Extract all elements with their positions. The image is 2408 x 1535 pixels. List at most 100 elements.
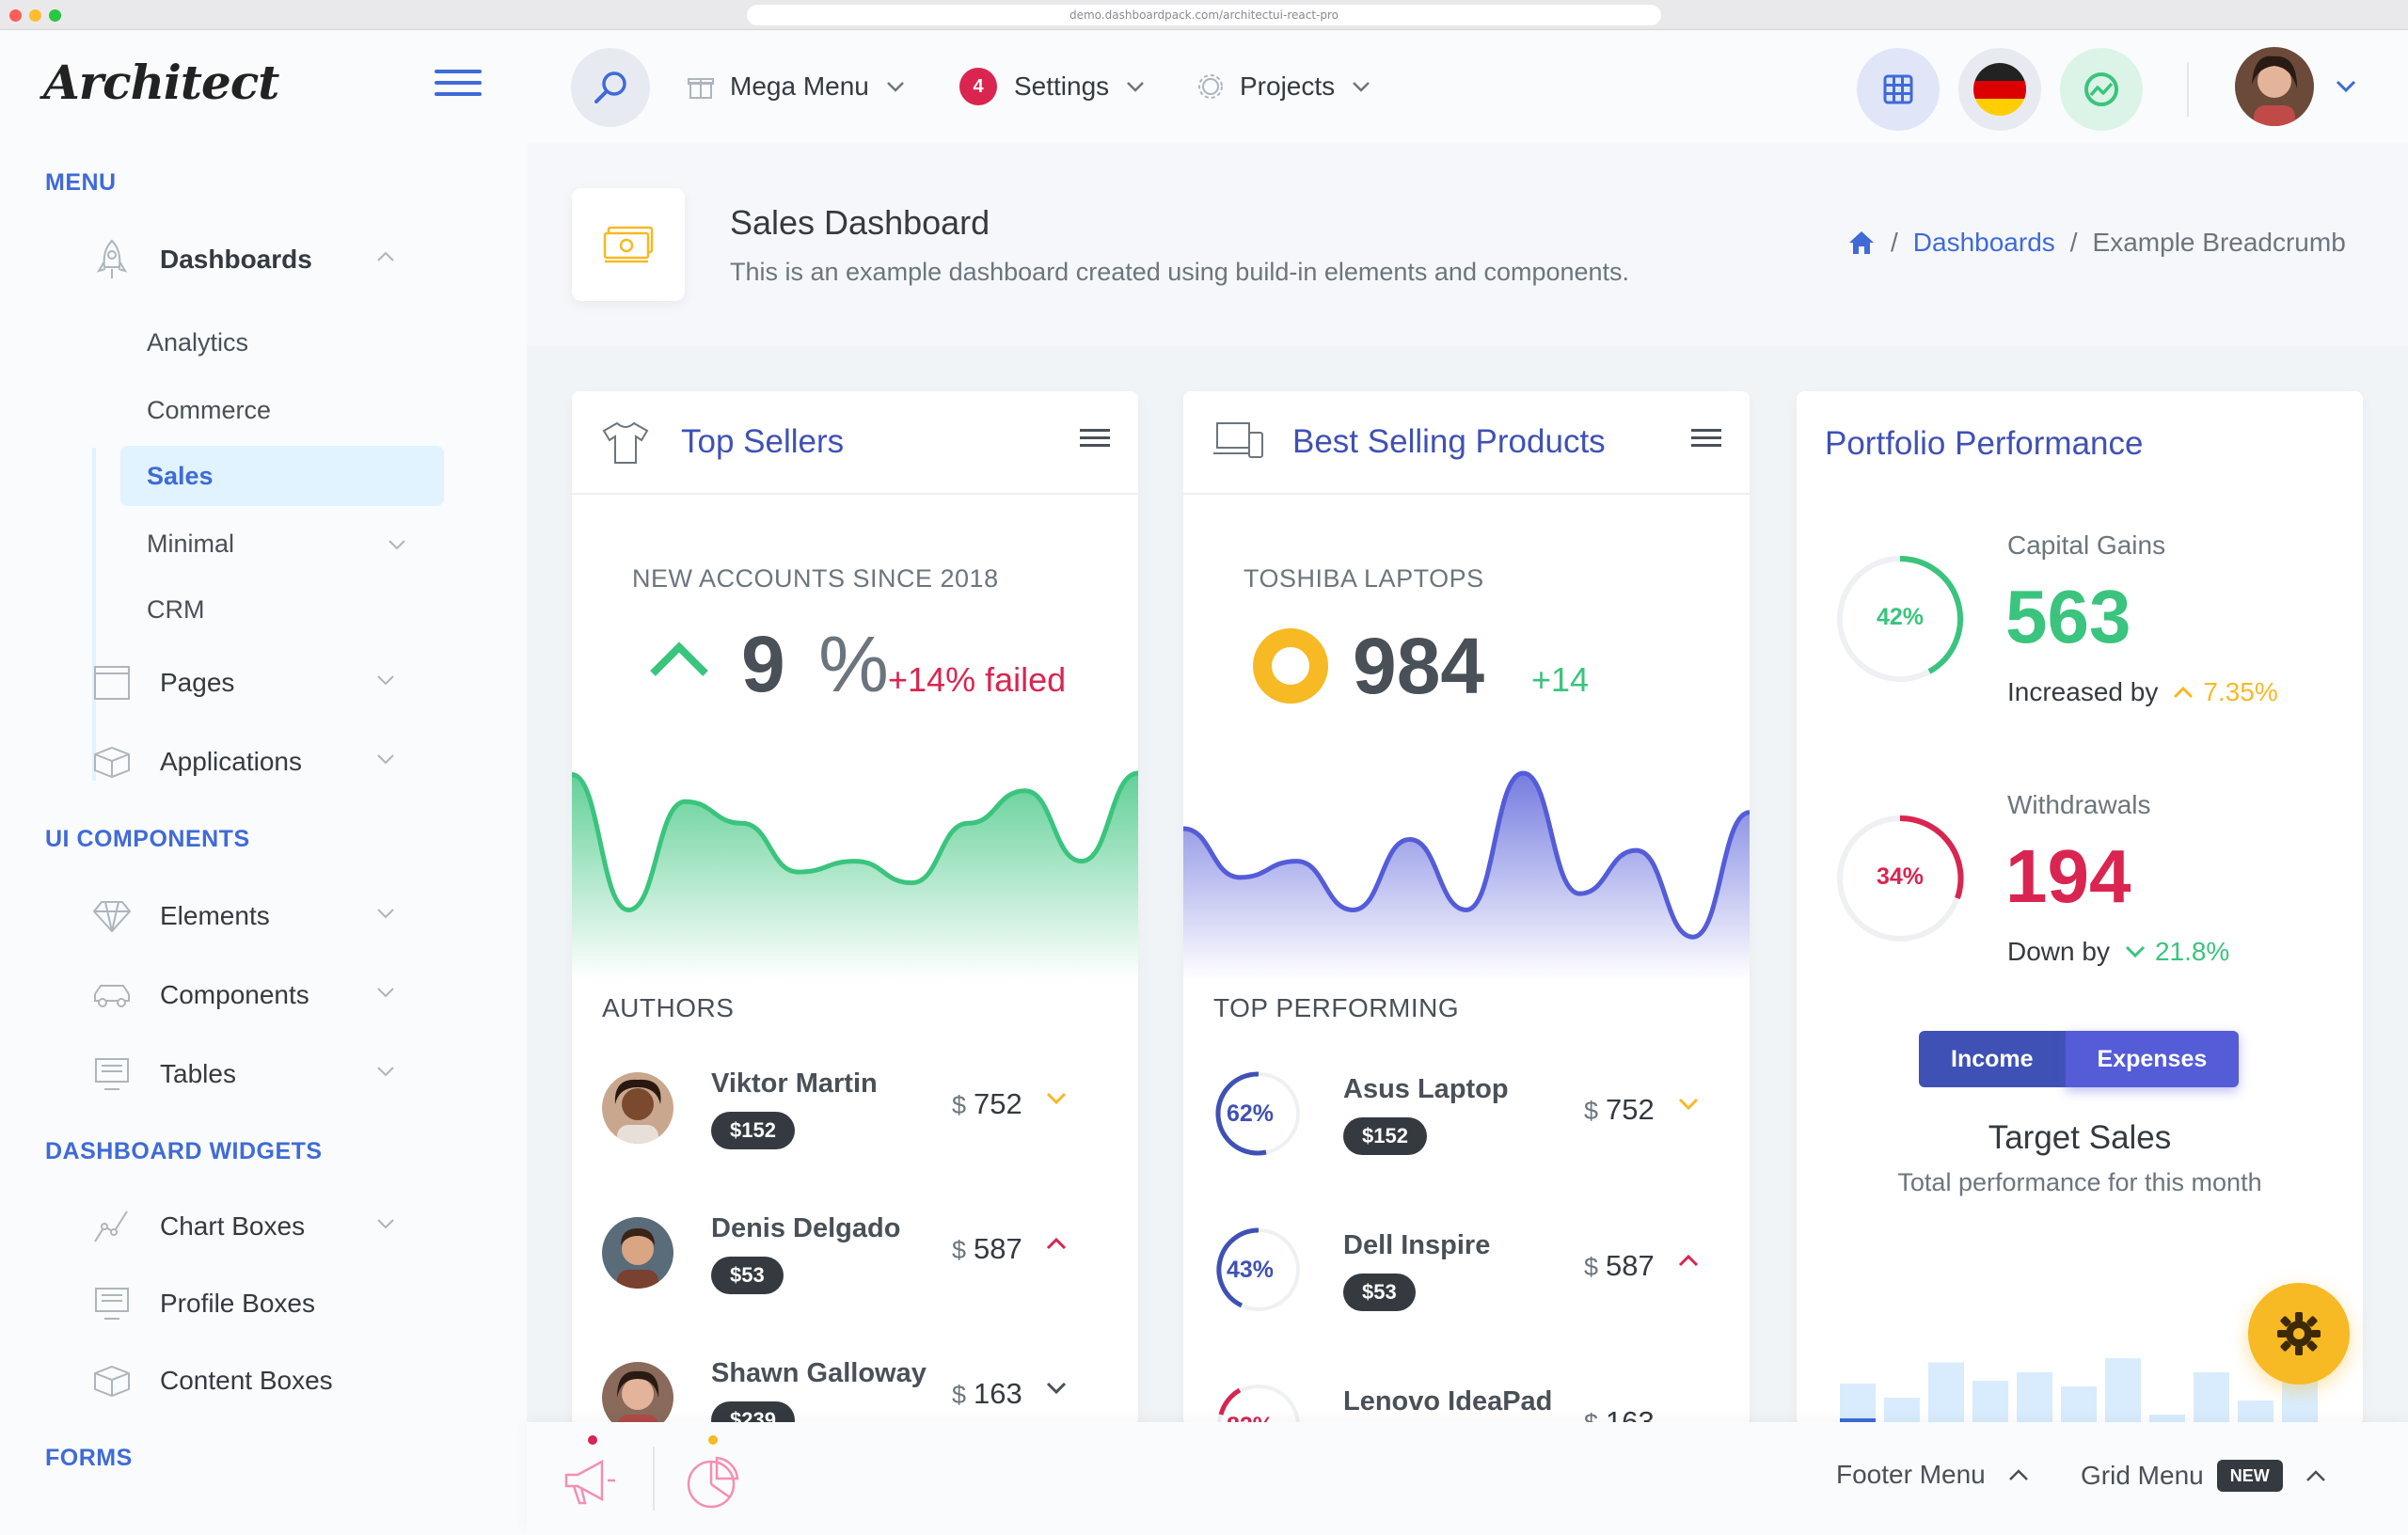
income-button[interactable]: Income xyxy=(1919,1031,2066,1087)
best-selling-metric-label: TOSHIBA LAPTOPS xyxy=(1244,564,1484,593)
menu-icon-line-2 xyxy=(1080,436,1110,439)
nav-projects-label: Projects xyxy=(1240,71,1336,101)
sidebar-item-pages[interactable]: Pages xyxy=(90,658,410,707)
theme-settings-button[interactable] xyxy=(2248,1283,2350,1385)
author-amount: $163 xyxy=(952,1377,1022,1411)
sidebar-item-applications[interactable]: Applications xyxy=(90,737,410,786)
chevron-down-icon xyxy=(377,754,394,765)
app-logo[interactable]: Architect xyxy=(43,55,279,110)
user-menu-chevron-icon[interactable] xyxy=(2336,79,2356,94)
currency-symbol: $ xyxy=(952,1381,967,1409)
language-button[interactable] xyxy=(1958,48,2041,131)
breadcrumb-separator: / xyxy=(2069,228,2078,257)
address-bar[interactable]: demo.dashboardpack.com/architectui-react… xyxy=(747,5,1661,25)
hamburger-icon xyxy=(435,70,482,73)
search-button[interactable] xyxy=(571,48,650,127)
hamburger-icon-line xyxy=(435,81,482,85)
sidebar-item-pages-label: Pages xyxy=(160,668,235,697)
sidebar-item-applications-label: Applications xyxy=(160,747,302,776)
avatar xyxy=(602,1072,673,1144)
germany-flag-icon xyxy=(1973,63,2026,116)
top-sellers-card: Top Sellers NEW ACCOUNTS SINCE 2018 9 % … xyxy=(572,391,1138,1426)
megaphone-icon[interactable] xyxy=(561,1456,619,1509)
notification-dot xyxy=(588,1435,597,1445)
grid-icon xyxy=(1883,74,1913,104)
user-avatar[interactable] xyxy=(2235,47,2314,126)
nav-mega-menu[interactable]: Mega Menu xyxy=(687,68,905,105)
activity-button[interactable] xyxy=(2060,48,2143,131)
menu-icon-line xyxy=(1691,429,1721,432)
sidebar-item-elements[interactable]: Elements xyxy=(90,892,410,941)
currency-symbol: $ xyxy=(952,1236,967,1264)
maximize-window-button[interactable] xyxy=(49,9,61,22)
browser-chrome: demo.dashboardpack.com/architectui-react… xyxy=(0,0,2408,30)
table-row[interactable]: 43% Dell Inspire $53 $587 xyxy=(1213,1211,1721,1315)
sidebar-item-sales[interactable]: Sales xyxy=(120,446,444,506)
top-sellers-metric-label: NEW ACCOUNTS SINCE 2018 xyxy=(632,564,999,593)
sidebar-item-profile-boxes-label: Profile Boxes xyxy=(160,1289,315,1318)
product-amount: $752 xyxy=(1584,1093,1655,1127)
sidebar-item-dashboards-label: Dashboards xyxy=(160,245,312,274)
chevron-down-icon xyxy=(377,909,394,919)
chevron-down-icon xyxy=(377,1219,394,1229)
table-row[interactable]: Shawn Galloway $239 $163 xyxy=(602,1339,1110,1426)
capital-gains-delta: 7.35% xyxy=(2203,677,2278,706)
expenses-button[interactable]: Expenses xyxy=(2065,1031,2240,1087)
minimize-window-button[interactable] xyxy=(29,9,41,22)
sidebar-item-minimal[interactable]: Minimal xyxy=(120,514,444,574)
product-badge: $53 xyxy=(1343,1274,1416,1311)
product-amount: $587 xyxy=(1584,1249,1655,1283)
sidebar-item-chart-boxes[interactable]: Chart Boxes xyxy=(90,1202,410,1251)
chevron-down-icon xyxy=(2125,945,2145,958)
best-selling-metric-value: 984 xyxy=(1353,622,1485,710)
product-amount-value: 752 xyxy=(1606,1093,1655,1126)
table-row[interactable]: Viktor Martin $152 $752 xyxy=(602,1050,1110,1153)
author-amount: $752 xyxy=(952,1087,1022,1121)
top-sellers-metric: 9 % xyxy=(741,619,889,710)
table-row[interactable]: 82% Lenovo IdeaPad $163 xyxy=(1213,1368,1721,1426)
product-badge: $152 xyxy=(1343,1117,1427,1155)
chevron-down-icon xyxy=(1046,1092,1067,1105)
sidebar-item-dashboards[interactable]: Dashboards xyxy=(90,235,410,284)
top-sellers-menu-button[interactable] xyxy=(1080,429,1110,451)
best-selling-menu-button[interactable] xyxy=(1691,429,1721,451)
nav-projects[interactable]: Projects xyxy=(1196,68,1370,105)
sidebar-item-analytics[interactable]: Analytics xyxy=(120,312,444,372)
sidebar-item-crm[interactable]: CRM xyxy=(120,579,444,640)
target-sales-bar xyxy=(1928,1362,1964,1426)
breadcrumb-dashboards[interactable]: Dashboards xyxy=(1913,228,2055,258)
top-sellers-title: Top Sellers xyxy=(681,423,845,460)
sidebar-item-components[interactable]: Components xyxy=(90,971,410,1020)
grid-apps-button[interactable] xyxy=(1857,48,1940,131)
sidebar-item-profile-boxes[interactable]: Profile Boxes xyxy=(90,1279,410,1328)
table-row[interactable]: 62% Asus Laptop $152 $752 xyxy=(1213,1055,1721,1159)
sidebar-item-tables[interactable]: Tables xyxy=(90,1050,410,1099)
notification-dot xyxy=(708,1435,718,1445)
sidebar-item-content-boxes[interactable]: Content Boxes xyxy=(90,1356,410,1405)
nav-settings[interactable]: 4 Settings xyxy=(959,68,1145,105)
chevron-down-icon xyxy=(377,1067,394,1077)
sidebar-toggle-button[interactable] xyxy=(435,70,482,103)
target-sales-bar xyxy=(2194,1372,2229,1426)
table-row[interactable]: Denis Delgado $53 $587 xyxy=(602,1195,1110,1298)
pie-chart-icon[interactable] xyxy=(685,1456,739,1511)
sidebar-heading-menu: MENU xyxy=(45,169,117,196)
sidebar-item-commerce[interactable]: Commerce xyxy=(120,380,444,440)
grid-menu-button[interactable]: Grid Menu NEW xyxy=(2081,1460,2326,1492)
money-bills-icon xyxy=(603,226,654,263)
best-selling-metric-delta: +14 xyxy=(1531,660,1590,699)
chevron-down-icon xyxy=(886,82,904,92)
footer-menu-button[interactable]: Footer Menu xyxy=(1836,1460,2029,1490)
home-icon[interactable] xyxy=(1847,229,1876,256)
portfolio-card: Portfolio Performance 42% Capital Gains … xyxy=(1797,391,2363,1426)
menu-icon-line-3 xyxy=(1080,444,1110,447)
author-amount-value: 752 xyxy=(974,1087,1022,1120)
chevron-up-icon xyxy=(377,251,394,261)
close-window-button[interactable] xyxy=(9,9,22,22)
capital-gains-label: Capital Gains xyxy=(2007,530,2166,560)
target-sales-bar xyxy=(2105,1358,2141,1426)
header-divider xyxy=(2187,62,2189,117)
monitor-icon xyxy=(90,1282,134,1325)
withdrawals-label: Withdrawals xyxy=(2007,790,2151,819)
author-name: Shawn Galloway xyxy=(711,1358,927,1388)
